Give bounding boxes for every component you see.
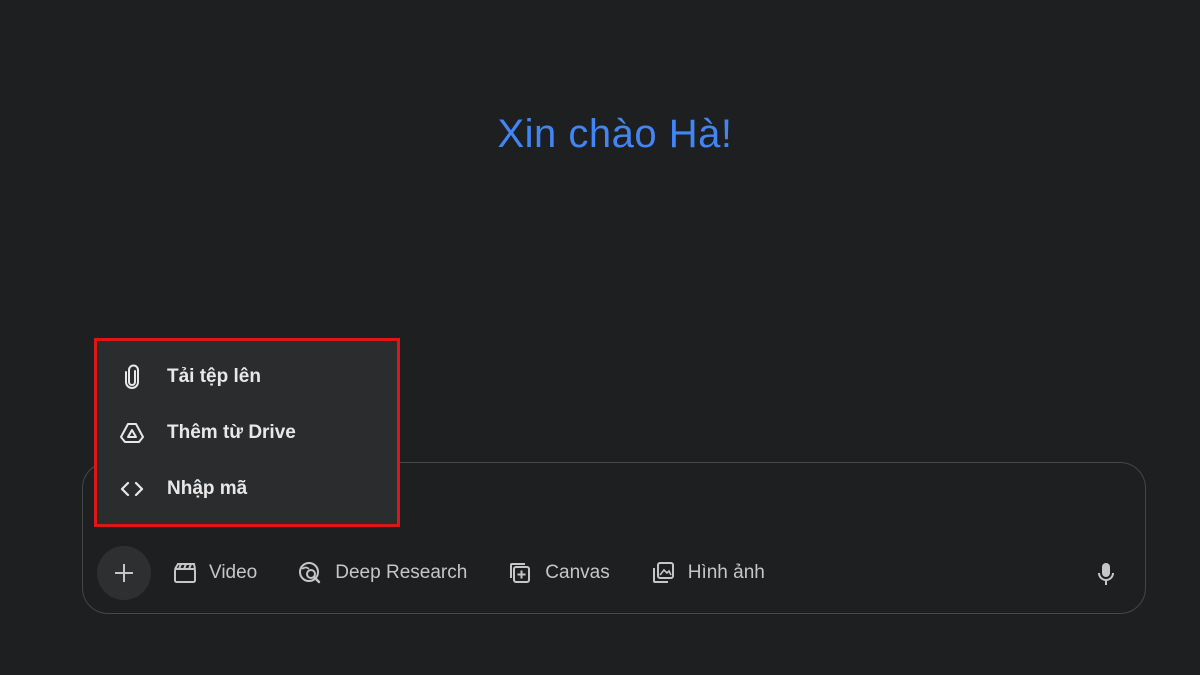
- paperclip-icon: [117, 362, 147, 392]
- image-tool-label: Hình ảnh: [687, 562, 765, 583]
- menu-item-label: Thêm từ Drive: [167, 422, 296, 443]
- code-icon: [117, 474, 147, 504]
- canvas-icon: [510, 563, 531, 583]
- canvas-tool-button[interactable]: Canvas: [507, 553, 610, 593]
- plus-icon: [115, 564, 133, 582]
- menu-item-upload-file[interactable]: Tải tệp lên: [117, 357, 261, 397]
- video-tool-label: Video: [209, 562, 258, 583]
- microphone-button[interactable]: [1093, 561, 1119, 587]
- greeting-title: Xin chào Hà!: [497, 112, 733, 156]
- canvas-tool-label: Canvas: [545, 562, 610, 583]
- clapperboard-icon: [174, 563, 196, 583]
- menu-item-label: Tải tệp lên: [167, 366, 261, 387]
- deep-research-icon: [299, 562, 321, 584]
- composer-toolbar: Video Deep Research Canvas Hình ảnh: [97, 546, 805, 600]
- menu-item-import-code[interactable]: Nhập mã: [117, 469, 247, 509]
- attachment-menu: Tải tệp lên Thêm từ Drive Nhập mã: [94, 338, 400, 527]
- page: Xin chào Hà! Video Deep Research Canvas …: [0, 0, 1200, 675]
- menu-item-add-from-drive[interactable]: Thêm từ Drive: [117, 413, 296, 453]
- deep-research-tool-label: Deep Research: [335, 562, 468, 583]
- add-button[interactable]: [97, 546, 151, 600]
- drive-icon: [117, 418, 147, 448]
- image-gallery-icon: [652, 562, 674, 583]
- microphone-icon: [1098, 563, 1114, 585]
- image-tool-button[interactable]: Hình ảnh: [650, 553, 765, 593]
- video-tool-button[interactable]: Video: [173, 553, 257, 593]
- menu-item-label: Nhập mã: [167, 478, 248, 499]
- deep-research-tool-button[interactable]: Deep Research: [297, 553, 467, 593]
